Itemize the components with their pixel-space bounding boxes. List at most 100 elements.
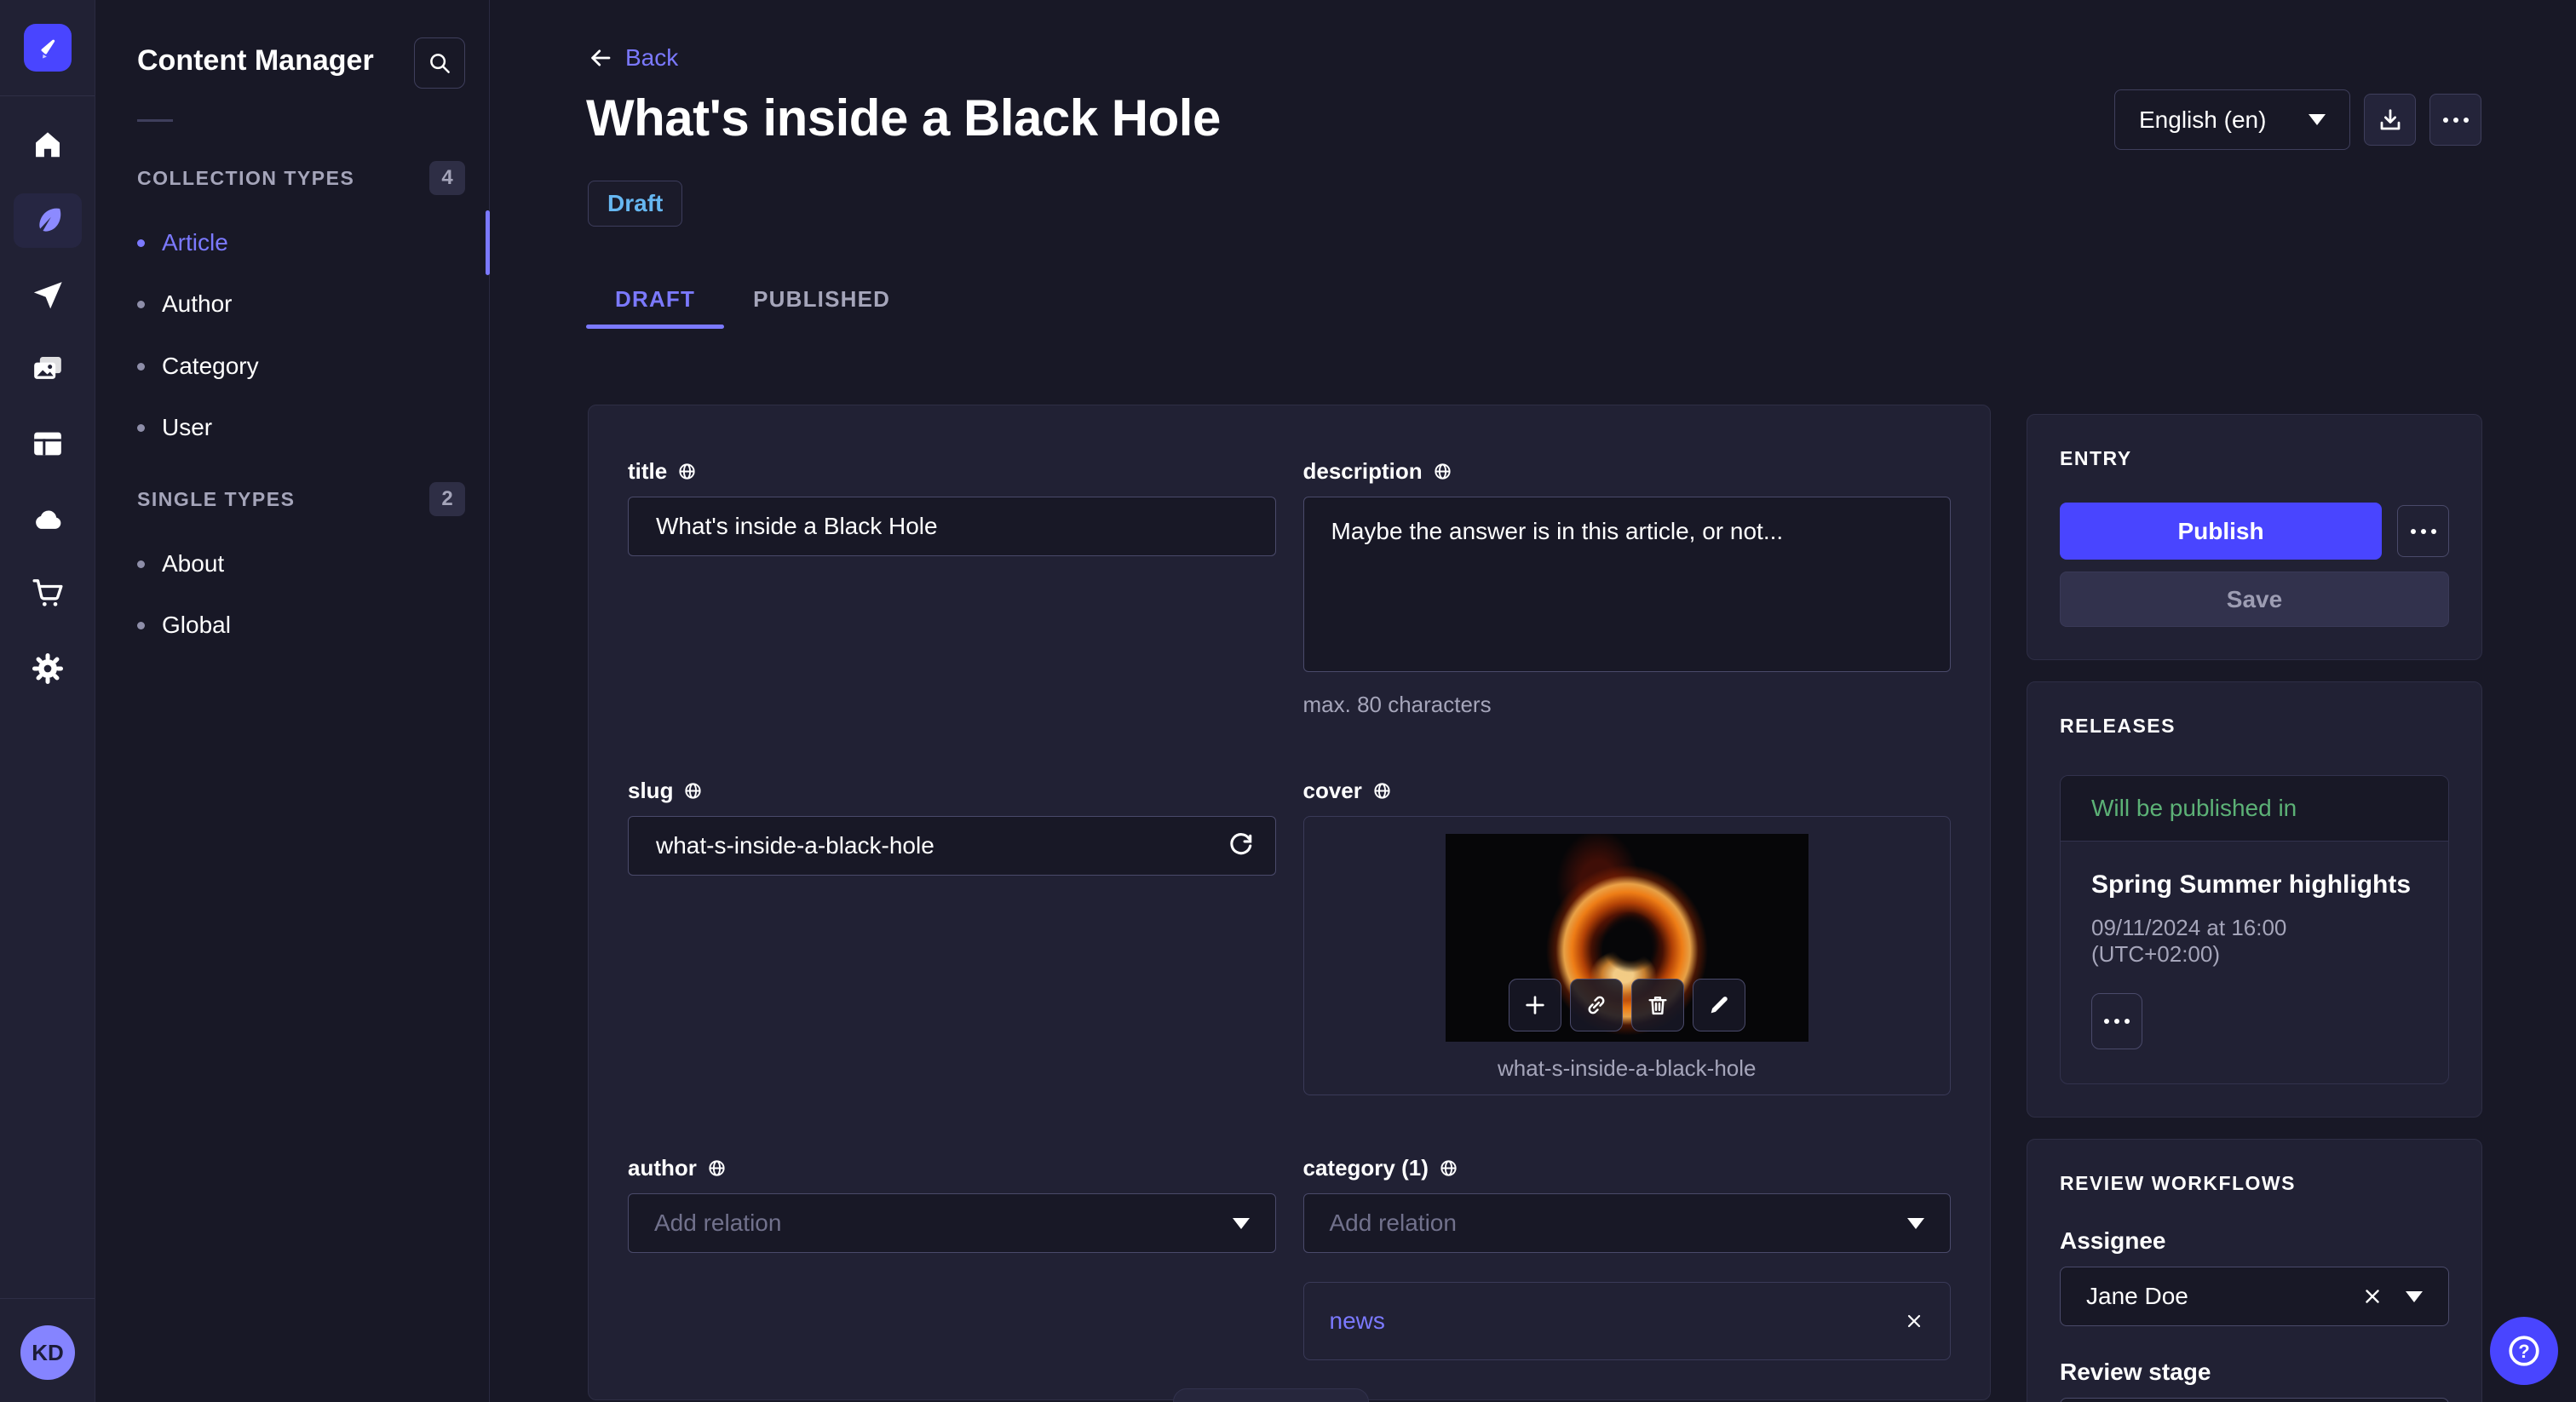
nav-rail: KD	[0, 0, 95, 1402]
entry-more-button[interactable]	[2397, 505, 2449, 557]
bullet-icon	[137, 621, 145, 629]
logo-container	[0, 0, 95, 96]
content-type-builder-icon[interactable]	[31, 427, 65, 461]
bullet-icon	[137, 423, 145, 432]
sidebar-item-user[interactable]: User	[137, 411, 472, 445]
tab-draft[interactable]: DRAFT	[586, 269, 725, 329]
entry-panel-title: ENTRY	[2060, 447, 2132, 469]
slug-label-text: slug	[628, 778, 674, 803]
locale-select[interactable]: English (en)	[2114, 89, 2350, 150]
plus-icon	[1526, 996, 1544, 1014]
description-textarea[interactable]: Maybe the answer is in this article, or …	[1302, 497, 1951, 672]
releases-panel-title: RELEASES	[2060, 715, 2176, 737]
chevron-down-icon	[2406, 1290, 2423, 1302]
back-link[interactable]: Back	[588, 44, 678, 72]
cloud-icon[interactable]	[31, 503, 65, 537]
sidebar-item-author[interactable]: Author	[137, 287, 472, 321]
globe-icon	[1435, 463, 1451, 480]
tab-published[interactable]: PUBLISHED	[724, 269, 919, 329]
sidebar-item-global[interactable]: Global	[137, 608, 472, 642]
settings-gear-icon[interactable]	[31, 652, 65, 686]
more-options-button[interactable]	[2429, 94, 2481, 146]
field-title: title	[628, 458, 1276, 556]
release-name: Spring Summer highlights	[2091, 871, 2412, 899]
help-button[interactable]: ?	[2490, 1317, 2558, 1385]
download-button[interactable]	[2364, 94, 2416, 146]
sidebar-item-category[interactable]: Category	[137, 349, 472, 383]
delete-media-button[interactable]	[1630, 979, 1684, 1031]
author-placeholder: Add relation	[654, 1210, 782, 1236]
user-avatar[interactable]: KD	[20, 1325, 75, 1380]
strapi-logo[interactable]	[23, 24, 72, 72]
title-label: title	[628, 458, 1276, 485]
content-manager-sidebar: Content Manager COLLECTION TYPES 4 Artic…	[96, 0, 490, 1402]
download-icon	[2380, 108, 2400, 129]
sidebar-search-button[interactable]	[414, 37, 465, 89]
globe-icon	[1374, 783, 1390, 799]
bullet-icon	[137, 300, 145, 308]
sidebar-item-label: User	[162, 414, 213, 440]
add-media-button[interactable]	[1508, 979, 1561, 1031]
sidebar-item-about[interactable]: About	[137, 547, 472, 581]
title-label-text: title	[628, 458, 668, 484]
arrow-left-icon	[591, 49, 611, 66]
globe-icon	[1440, 1160, 1457, 1176]
release-status: Will be published in	[2091, 795, 2297, 821]
version-tabs: DRAFT PUBLISHED	[586, 269, 919, 329]
strapi-logo-icon	[40, 39, 55, 59]
pencil-icon	[1711, 997, 1728, 1014]
relation-news-link[interactable]: news	[1330, 1307, 1385, 1335]
entry-form-card: title description	[588, 405, 1991, 1400]
releases-panel: RELEASES Will be published in Spring Sum…	[2027, 681, 2482, 1118]
releases-icon[interactable]	[31, 279, 65, 313]
content-row: title description	[588, 405, 2482, 1402]
status-badge: Draft	[588, 181, 683, 227]
single-types-header: SINGLE TYPES	[137, 488, 296, 510]
title-input[interactable]	[628, 497, 1276, 556]
description-label: description	[1303, 458, 1952, 485]
review-panel-title: REVIEW WORKFLOWS	[2060, 1172, 2296, 1194]
clear-assignee-x-icon[interactable]	[2361, 1285, 2383, 1307]
entry-panel: ENTRY Publish Save	[2027, 414, 2482, 660]
category-placeholder: Add relation	[1329, 1210, 1457, 1236]
collection-types-header: COLLECTION TYPES	[137, 167, 355, 189]
sidebar-item-label: Category	[162, 353, 259, 379]
field-category: category (1) Add relation news	[1302, 1155, 1951, 1360]
author-label: author	[628, 1155, 1276, 1181]
content-manager-icon[interactable]	[31, 204, 65, 238]
edit-media-button[interactable]	[1692, 979, 1745, 1031]
main-content: Back What's inside a Black Hole Draft En…	[491, 0, 2576, 1402]
sidebar-item-article[interactable]: Article	[137, 226, 472, 260]
home-icon[interactable]	[31, 128, 65, 162]
sidebar-divider	[137, 119, 173, 122]
category-relation-select[interactable]: Add relation	[1302, 1193, 1951, 1253]
cover-filename: what-s-inside-a-black-hole	[1498, 1055, 1757, 1081]
regenerate-slug-button[interactable]	[1227, 832, 1254, 859]
assignee-value: Jane Doe	[2086, 1283, 2188, 1309]
save-button[interactable]: Save	[2060, 572, 2449, 627]
copy-link-button[interactable]	[1569, 979, 1623, 1031]
rail-divider	[0, 1298, 95, 1299]
chevron-down-icon	[1907, 1217, 1924, 1229]
media-library-icon[interactable]	[31, 353, 65, 387]
search-icon	[430, 54, 450, 73]
assignee-label: Assignee	[2060, 1227, 2166, 1254]
slug-input[interactable]	[628, 816, 1276, 876]
locale-value: English (en)	[2139, 106, 2267, 133]
release-card: Will be published in Spring Summer highl…	[2060, 775, 2449, 1084]
release-more-button[interactable]	[2091, 993, 2142, 1049]
bottom-partial-button[interactable]	[1173, 1388, 1369, 1402]
description-hint: max. 80 characters	[1302, 692, 1492, 717]
marketplace-cart-icon[interactable]	[31, 576, 65, 610]
ellipsis-icon	[2410, 528, 2436, 534]
category-relation-item: news	[1302, 1282, 1951, 1360]
author-relation-select[interactable]: Add relation	[628, 1193, 1276, 1253]
assignee-select[interactable]: Jane Doe	[2060, 1267, 2449, 1326]
publish-button[interactable]: Publish	[2060, 503, 2382, 560]
back-label: Back	[625, 44, 679, 71]
remove-relation-x-icon[interactable]	[1904, 1311, 1924, 1331]
field-description: description Maybe the answer is in this …	[1302, 458, 1952, 718]
review-stage-select[interactable]: In progress	[2060, 1398, 2449, 1402]
refresh-icon	[1229, 833, 1251, 855]
header-actions: English (en)	[2114, 89, 2481, 150]
